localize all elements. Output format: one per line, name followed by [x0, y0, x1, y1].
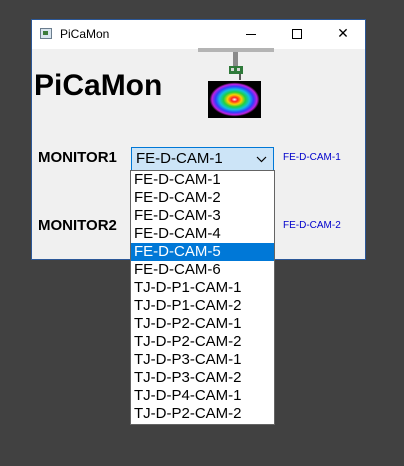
chevron-down-icon: [256, 156, 267, 163]
monitor1-status: FE-D-CAM-1: [283, 152, 341, 163]
app-heading: PiCaMon: [34, 69, 163, 102]
monitor1-label: MONITOR1: [38, 149, 117, 166]
dropdown-option[interactable]: FE-D-CAM-6: [131, 261, 274, 279]
dropdown-option[interactable]: FE-D-CAM-4: [131, 225, 274, 243]
dropdown-option[interactable]: TJ-D-P1-CAM-1: [131, 279, 274, 297]
dropdown-option[interactable]: TJ-D-P1-CAM-2: [131, 297, 274, 315]
camera-target-logo: [198, 48, 274, 118]
dropdown-option[interactable]: FE-D-CAM-5: [131, 243, 274, 261]
dropdown-option[interactable]: FE-D-CAM-1: [131, 171, 274, 189]
maximize-icon: [292, 29, 302, 39]
monitor2-status: FE-D-CAM-2: [283, 220, 341, 231]
maximize-button[interactable]: [274, 20, 320, 49]
monitor1-camera-select[interactable]: FE-D-CAM-1: [131, 147, 274, 171]
monitor1-selected-value: FE-D-CAM-1: [136, 150, 223, 167]
minimize-button[interactable]: [228, 20, 274, 49]
close-icon: ✕: [337, 26, 349, 42]
dropdown-option[interactable]: FE-D-CAM-3: [131, 207, 274, 225]
monitor2-label: MONITOR2: [38, 217, 117, 234]
camera-dropdown-list[interactable]: FE-D-CAM-1 FE-D-CAM-2 FE-D-CAM-3 FE-D-CAM-4…: [130, 170, 275, 425]
dropdown-option[interactable]: TJ-D-P2-CAM-2: [131, 333, 274, 351]
dropdown-option[interactable]: TJ-D-P4-CAM-1: [131, 387, 274, 405]
dropdown-option[interactable]: TJ-D-P2-CAM-2: [131, 405, 274, 423]
dropdown-option[interactable]: FE-D-CAM-2: [131, 189, 274, 207]
window-app-icon: [40, 28, 52, 39]
minimize-icon: [246, 34, 256, 35]
dropdown-option[interactable]: TJ-D-P2-CAM-1: [131, 315, 274, 333]
dropdown-option[interactable]: TJ-D-P3-CAM-1: [131, 351, 274, 369]
window-title: PiCaMon: [60, 27, 110, 41]
title-bar[interactable]: PiCaMon ✕: [32, 20, 365, 49]
dropdown-option[interactable]: TJ-D-P3-CAM-2: [131, 369, 274, 387]
close-button[interactable]: ✕: [320, 20, 366, 49]
